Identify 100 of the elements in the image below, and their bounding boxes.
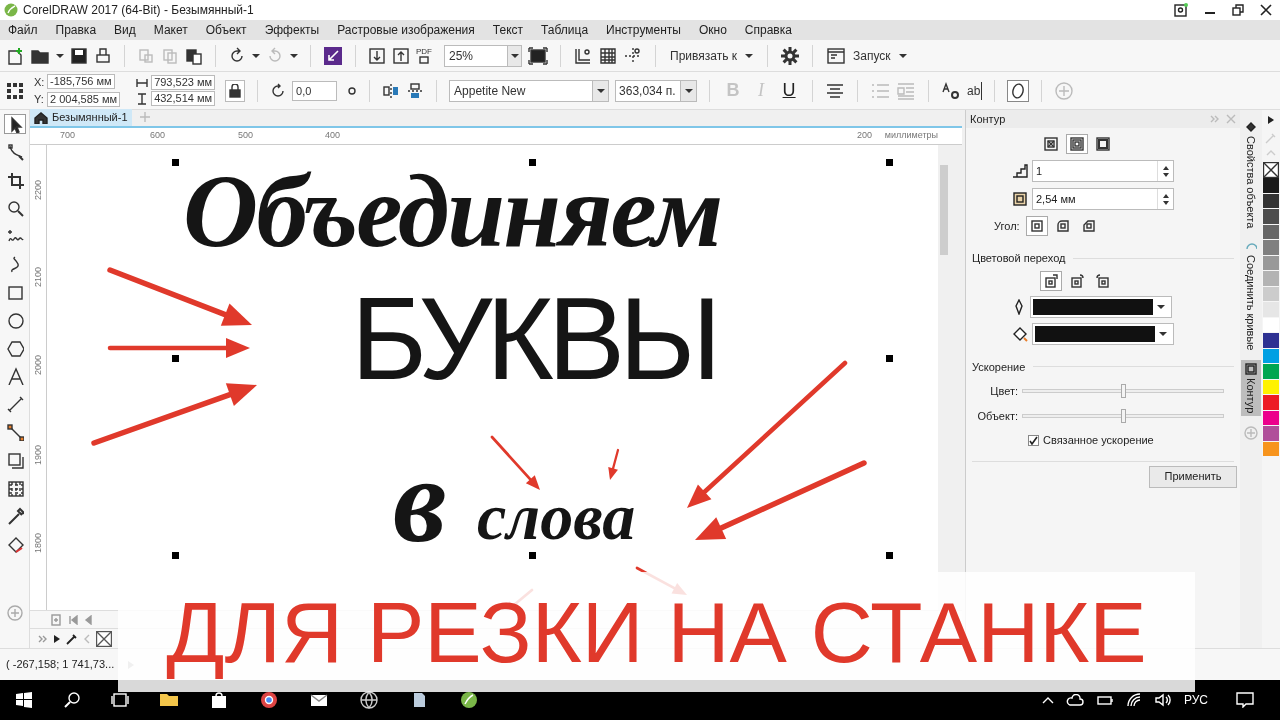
palette-arrow-icon[interactable] [1268,116,1274,124]
caret-icon[interactable] [898,52,907,59]
pick-tool-button[interactable] [3,114,26,134]
color-swatch[interactable] [1263,209,1279,225]
menu-item[interactable]: Справка [744,21,792,39]
selection-handle[interactable] [886,552,893,559]
font-size-combo[interactable]: 363,034 п. [615,79,698,102]
acceleration-slider[interactable] [1022,384,1224,399]
format-button[interactable]: U [778,77,801,104]
previous-page-icon[interactable] [84,614,92,625]
app-logo-icon[interactable] [459,690,479,710]
no-color-swatch-icon[interactable] [96,630,112,647]
selection-handle[interactable] [529,159,536,166]
mirror-horizontal-icon[interactable] [382,81,401,100]
side-tab[interactable]: Соединить кривые [1241,237,1261,354]
menu-item[interactable]: Эффекты [264,21,320,39]
battery-icon[interactable] [1095,694,1114,706]
account-icon[interactable] [1174,3,1188,17]
shopping-bag-icon[interactable] [209,690,229,710]
color-swatch[interactable] [1263,240,1279,256]
mirror-vertical-icon[interactable] [406,81,425,100]
width-field[interactable]: 793,523 мм [151,75,216,90]
paste-icon[interactable] [185,46,203,65]
acceleration-slider[interactable] [1022,408,1224,423]
selection-handle[interactable] [172,552,179,559]
side-tab[interactable]: Контур [1241,359,1261,417]
eyedropper-icon[interactable] [66,632,78,645]
caret-icon[interactable] [56,52,64,59]
checkbox[interactable] [1028,434,1039,446]
x-field[interactable]: -185,756 мм [47,74,115,90]
selection-handle[interactable] [886,159,893,166]
apply-button[interactable]: Применить [1149,465,1237,488]
selection-handle[interactable] [172,159,179,166]
menu-item[interactable]: Вид [114,21,136,39]
volume-icon[interactable] [1153,693,1172,707]
scrollbar-thumb[interactable] [940,165,948,255]
menu-item[interactable]: Растровые изображения [337,21,475,39]
edit-text-button[interactable]: ab [967,81,983,100]
settings-icon[interactable] [780,45,800,66]
slider-thumb[interactable] [1121,408,1126,423]
lock-ratio-button[interactable] [225,79,246,102]
height-field[interactable]: 432,514 мм [151,91,216,106]
offset-field[interactable]: 2,54 мм [1032,188,1174,210]
menu-item[interactable]: Объект [205,21,247,39]
corner-miter-button[interactable] [1025,216,1048,236]
snap-dropdown[interactable]: Привязать к [668,46,755,65]
print-icon[interactable] [94,46,112,65]
menu-item[interactable]: Таблица [541,21,589,39]
wifi-icon[interactable] [1125,693,1142,707]
fill-color-dropdown[interactable] [1032,322,1174,345]
blend-linear-button[interactable] [1040,270,1062,291]
search-icon[interactable] [64,692,80,708]
pdf-label[interactable]: PDF [416,47,432,56]
no-color-swatch-icon[interactable] [1263,162,1279,178]
menu-item[interactable]: Правка [55,21,97,39]
caret-icon[interactable] [684,87,693,94]
caret-icon[interactable] [1157,303,1165,310]
zoom-combo[interactable]: 25% [444,44,522,67]
grid-icon[interactable] [599,46,617,65]
pen-color-dropdown[interactable] [1030,295,1172,318]
font-combo[interactable]: Appetite New [449,79,610,102]
task-view-icon[interactable] [111,692,129,708]
undo-icon[interactable] [228,46,246,65]
notifications-icon[interactable] [1236,692,1254,708]
close-icon[interactable] [1260,4,1272,16]
menu-item[interactable]: Файл [8,21,38,39]
windows-start-icon[interactable] [16,692,32,708]
chevron-up-icon[interactable] [1041,696,1054,704]
menu-item[interactable]: Окно [698,21,727,39]
caret-icon[interactable] [252,52,260,59]
color-swatch[interactable] [1263,302,1279,318]
color-swatch[interactable] [1263,364,1279,380]
caret-icon[interactable] [745,52,753,59]
side-tab[interactable]: Свойства объекта [1241,118,1261,232]
outline-font-button[interactable] [1007,79,1030,102]
import-icon[interactable] [323,45,343,66]
text-properties-icon[interactable] [941,81,962,100]
color-swatch[interactable] [1263,178,1279,194]
caret-icon[interactable] [1159,330,1167,337]
y-field[interactable]: 2 004,585 мм [47,91,121,107]
launch-dropdown[interactable]: Запуск [825,46,909,65]
color-swatch[interactable] [1263,271,1279,287]
caret-icon[interactable] [596,87,605,94]
window-icon[interactable] [827,47,845,64]
menu-item[interactable]: Макет [153,21,188,39]
color-swatch[interactable] [1263,395,1279,411]
align-icon[interactable] [825,81,846,100]
caret-icon[interactable] [290,52,298,59]
slider-thumb[interactable] [1121,384,1126,399]
rotation-field[interactable]: 0,0 [292,80,338,101]
document-tab[interactable]: Безымянный-1 [30,109,132,126]
color-swatch[interactable] [1263,426,1279,442]
menu-item[interactable]: Инструменты [606,21,681,39]
cloud-icon[interactable] [1065,694,1084,706]
color-swatch[interactable] [1263,333,1279,349]
new-document-icon[interactable] [6,46,24,65]
expand-icon[interactable] [38,633,48,644]
full-screen-icon[interactable] [528,46,548,65]
steps-field[interactable]: 1 [1032,160,1174,182]
play-icon[interactable] [54,634,60,643]
